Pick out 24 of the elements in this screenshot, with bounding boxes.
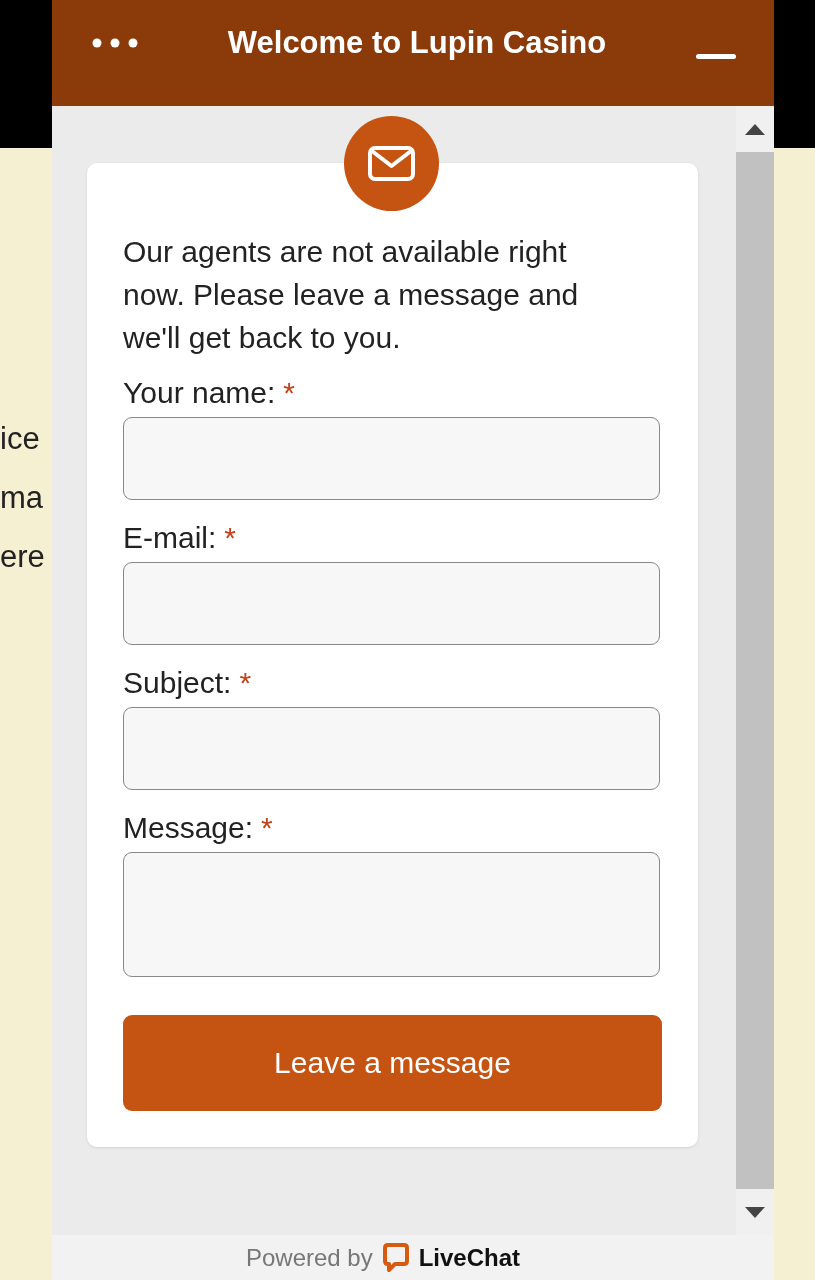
required-mark: * <box>283 375 296 411</box>
required-mark: * <box>239 665 252 701</box>
window-title: Welcome to Lupin Casino <box>226 25 608 61</box>
input-field[interactable] <box>123 707 660 790</box>
page-text: ere <box>0 538 45 575</box>
required-mark: * <box>261 810 273 846</box>
up-arrow-icon <box>745 123 765 135</box>
down-arrow-icon <box>745 1206 765 1218</box>
powered-by-text: Powered by <box>245 1243 373 1272</box>
input-field[interactable] <box>123 562 660 645</box>
submit-button[interactable]: Leave a message <box>123 1015 662 1111</box>
menu-icon[interactable] <box>92 38 138 48</box>
speech-bubble-icon <box>382 1242 409 1273</box>
field-label: Message: <box>123 810 254 846</box>
page-text: ice <box>0 420 40 457</box>
message-field[interactable] <box>123 852 660 977</box>
input-field[interactable] <box>123 417 660 500</box>
message-text: Our agents are not available right now. Please leave a message and we'll get back to you. <box>123 234 580 356</box>
field-label: Subject: <box>123 665 232 701</box>
page-text: ma <box>0 479 44 516</box>
field-label: E-mail: <box>123 520 217 556</box>
required-mark: * <box>224 520 237 556</box>
brand-name[interactable]: LiveChat <box>418 1243 521 1272</box>
field-label: Your name: <box>123 375 276 411</box>
